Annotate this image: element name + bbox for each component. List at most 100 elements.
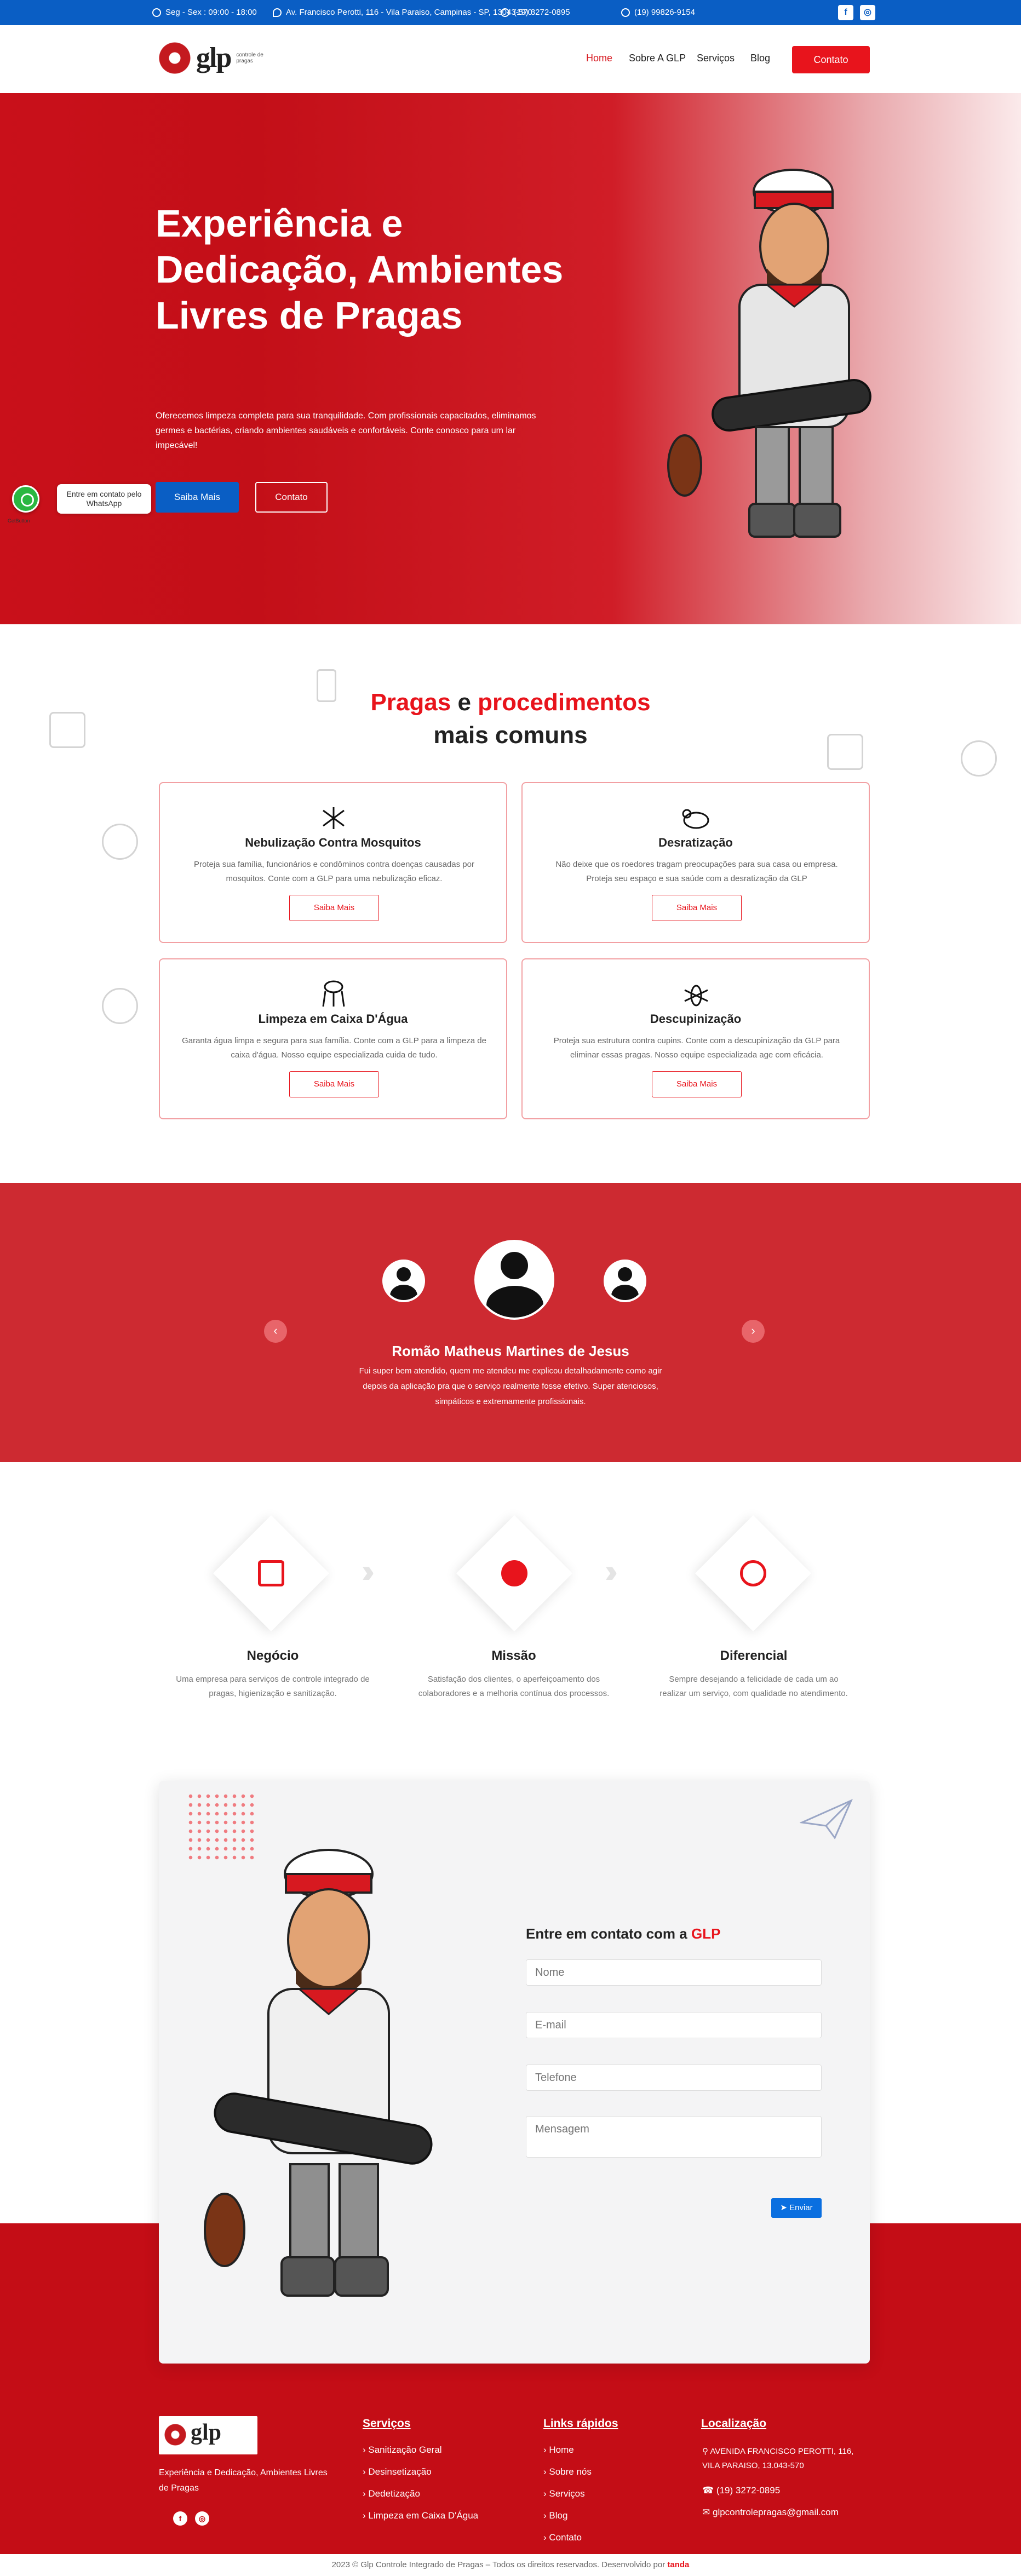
- chevrons-icon: ›››: [605, 1553, 618, 1589]
- copyright-text: 2023 © Glp Controle Integrado de Pragas …: [331, 2560, 666, 2569]
- phone-icon: ☎: [702, 2485, 714, 2496]
- hours-text: Seg - Sex : 09:00 - 18:00: [165, 8, 257, 17]
- footer-servico-link[interactable]: › Desinsetização: [363, 2466, 432, 2477]
- phone[interactable]: (19) 3272-0895: [501, 8, 570, 17]
- phone-icon: [501, 8, 509, 17]
- card-title: Limpeza em Caixa D'Água: [258, 1012, 408, 1026]
- phone-text[interactable]: (19) 3272-0895: [514, 8, 570, 17]
- footer-servicos-title: Serviços: [363, 2417, 411, 2430]
- header-contato-button[interactable]: Contato: [792, 46, 870, 73]
- ant-deco-icon: [157, 1132, 193, 1169]
- whatsapp-number[interactable]: (19) 99826-9154: [621, 8, 695, 17]
- logo-mark-icon: [159, 42, 191, 74]
- whatsapp-tooltip[interactable]: Entre em contato pelo WhatsApp: [57, 484, 151, 514]
- rat-icon: [682, 809, 709, 829]
- clock-icon: [152, 8, 161, 17]
- phone-input[interactable]: [526, 2065, 822, 2091]
- service-card: Nebulização Contra Mosquitos Proteja sua…: [159, 782, 507, 943]
- nav-servicos[interactable]: Serviços: [697, 53, 735, 64]
- prev-arrow-icon[interactable]: ‹: [264, 1320, 287, 1343]
- contact-title-text: Entre em contato com a: [526, 1925, 687, 1942]
- service-card: Limpeza em Caixa D'Água Garanta água lim…: [159, 958, 507, 1119]
- hero-saiba-mais-button[interactable]: Saiba Mais: [156, 482, 239, 513]
- header: glp controle de pragas Home Sobre A GLP …: [0, 25, 1021, 93]
- value-text: Sempre desejando a felicidade de cada um…: [659, 1675, 848, 1698]
- address: Av. Francisco Perotti, 116 - Vila Parais…: [273, 8, 532, 17]
- whatsapp-icon: [621, 8, 630, 17]
- next-arrow-icon[interactable]: ›: [742, 1320, 765, 1343]
- footer-servico-link[interactable]: › Sanitização Geral: [363, 2445, 442, 2456]
- footer-servico-link[interactable]: › Limpeza em Caixa D'Água: [363, 2510, 478, 2521]
- footer-quick-link[interactable]: › Sobre nós: [543, 2466, 592, 2477]
- send-button[interactable]: ➤ Enviar: [771, 2198, 822, 2218]
- message-textarea[interactable]: [526, 2116, 822, 2158]
- testimonials-section: ‹ › Romão Matheus Martines de Jesus Fui …: [0, 1183, 1021, 1462]
- card-saiba-mais-button[interactable]: Saiba Mais: [652, 1071, 742, 1097]
- title-procedimentos: procedimentos: [478, 689, 651, 716]
- value-text: Satisfação dos clientes, o aperfeiçoamen…: [418, 1675, 610, 1698]
- avatar-small-left[interactable]: [382, 1260, 425, 1302]
- instagram-icon[interactable]: ◎: [860, 5, 875, 20]
- card-saiba-mais-button[interactable]: Saiba Mais: [289, 895, 379, 921]
- nav-home[interactable]: Home: [586, 53, 612, 64]
- spider-deco-icon: [962, 1003, 998, 1039]
- contact-title: Entre em contato com a GLP: [526, 1925, 720, 1942]
- footer-phone[interactable]: ☎ (19) 3272-0895: [702, 2485, 780, 2496]
- card-title: Nebulização Contra Mosquitos: [245, 836, 421, 849]
- send-label: Enviar: [789, 2203, 813, 2212]
- facebook-icon[interactable]: f: [173, 2511, 187, 2526]
- service-card: Descupinização Proteja sua estrutura con…: [521, 958, 870, 1119]
- mosquito-icon: [323, 807, 345, 829]
- instagram-icon[interactable]: ◎: [195, 2511, 209, 2526]
- exterminator-mascot-icon: [204, 1849, 433, 2297]
- footer-quick-link[interactable]: › Contato: [543, 2532, 582, 2543]
- email-input[interactable]: [526, 2012, 822, 2038]
- getbutton-brand[interactable]: GetButton: [8, 518, 30, 524]
- footer-email[interactable]: ✉ glpcontrolepragas@gmail.com: [702, 2507, 839, 2518]
- rat-deco-icon: [890, 904, 926, 940]
- testimonial-text: Fui super bem atendido, quem me atendeu …: [359, 1366, 662, 1406]
- card-text: Não deixe que os roedores tragam preocup…: [555, 860, 838, 883]
- hero-title: Experiência e Dedicação, Ambientes Livre…: [156, 202, 564, 337]
- recycle-icon: [740, 1560, 766, 1586]
- avatar-active[interactable]: [474, 1240, 554, 1320]
- testimonial-name: Romão Matheus Martines de Jesus: [392, 1343, 629, 1359]
- termite-icon: [684, 985, 708, 1007]
- logo-mark-icon: [164, 2424, 186, 2446]
- footer-servico-link[interactable]: › Dedetização: [363, 2488, 420, 2499]
- card-saiba-mais-button[interactable]: Saiba Mais: [652, 895, 742, 921]
- globe-icon: [501, 1560, 527, 1586]
- card-saiba-mais-button[interactable]: Saiba Mais: [289, 1071, 379, 1097]
- hero-text: Oferecemos limpeza completa para sua tra…: [156, 411, 536, 450]
- avatar-small-right[interactable]: [604, 1260, 646, 1302]
- name-input[interactable]: [526, 1959, 822, 1986]
- developer-link[interactable]: tanda: [667, 2560, 689, 2569]
- whatsapp-float-button[interactable]: [12, 485, 39, 513]
- value-title: Negócio: [246, 1648, 299, 1663]
- send-icon: ➤: [780, 2203, 787, 2212]
- footer-quick-link[interactable]: › Blog: [543, 2510, 567, 2521]
- footer-logo[interactable]: glp: [159, 2416, 257, 2454]
- logo[interactable]: glp controle de pragas: [159, 42, 269, 74]
- email-icon: ✉: [702, 2507, 710, 2517]
- facebook-icon[interactable]: f: [838, 5, 853, 20]
- touch-icon: [258, 1560, 284, 1586]
- footer: glp Experiência e Dedicação, Ambientes L…: [0, 2364, 1021, 2576]
- nav-sobre[interactable]: Sobre A GLP: [629, 53, 686, 64]
- card-text: Proteja sua família, funcionários e cond…: [194, 860, 474, 883]
- logo-text: glp: [196, 42, 232, 73]
- card-title: Descupinização: [650, 1012, 742, 1026]
- footer-address: ⚲ AVENIDA FRANCISCO PEROTTI, 116, VILA P…: [702, 2447, 854, 2470]
- title-e: e: [457, 689, 471, 716]
- footer-logo-text: glp: [191, 2420, 222, 2445]
- footer-quick-link[interactable]: › Home: [543, 2445, 574, 2456]
- chevrons-icon: ›››: [362, 1553, 375, 1589]
- value-text: Uma empresa para serviços de controle in…: [176, 1675, 370, 1698]
- footer-quick-link[interactable]: › Serviços: [543, 2488, 585, 2499]
- no-mosquito-deco-icon: [102, 824, 138, 860]
- footer-localizacao-title: Localização: [701, 2417, 767, 2430]
- nav-blog[interactable]: Blog: [750, 53, 770, 64]
- hero-contato-button[interactable]: Contato: [255, 482, 328, 513]
- pragas-subtitle: mais comuns: [433, 722, 588, 749]
- whatsapp-text[interactable]: (19) 99826-9154: [634, 8, 695, 17]
